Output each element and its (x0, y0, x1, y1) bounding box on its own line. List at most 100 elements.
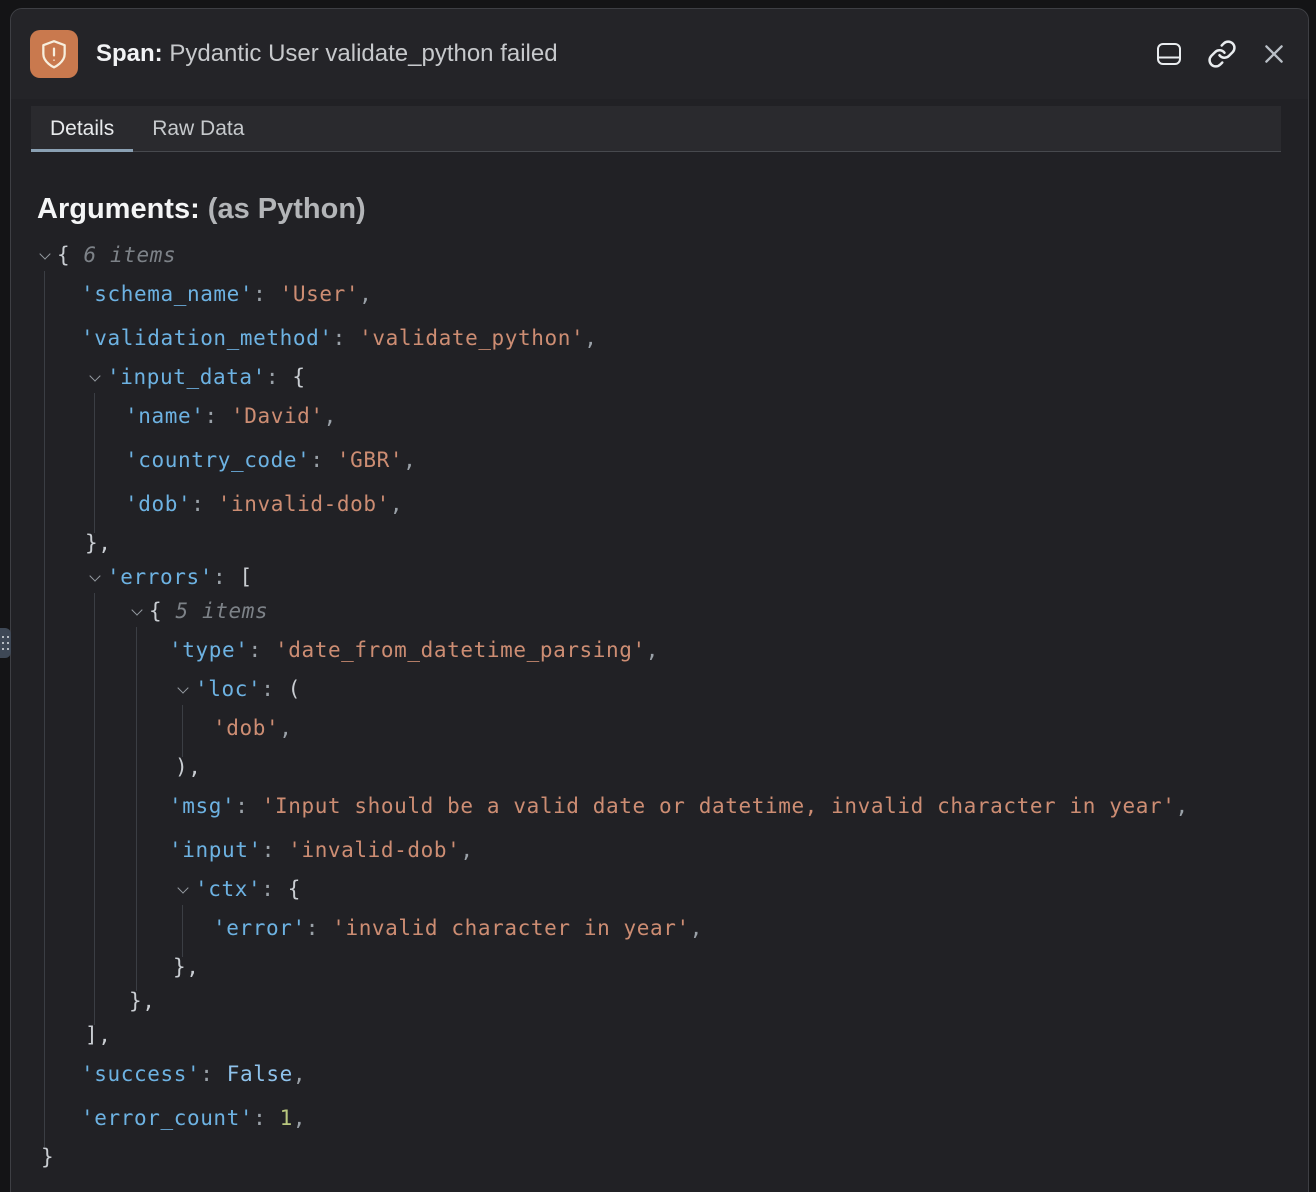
token-key: 'name' (125, 404, 204, 428)
page-title: Span: Pydantic User validate_python fail… (96, 40, 558, 68)
token-key: 'success' (81, 1062, 200, 1086)
token-key: 'msg' (169, 794, 235, 818)
tree-row: { 6 items (11, 239, 1308, 273)
token-punct: , (279, 716, 292, 740)
tree-row: 'input_data': { (11, 361, 1308, 395)
token-brace: ( (288, 677, 301, 701)
tree-row: 'dob', (11, 707, 1308, 751)
token-str: 'validate_python' (359, 326, 584, 350)
indent-guide (94, 393, 95, 533)
tree-row: }, (11, 527, 1308, 561)
token-punct: : (204, 404, 231, 428)
token-str: 'invalid character in year' (332, 916, 690, 940)
token-brace: { (149, 599, 162, 623)
arguments-heading: Arguments: (as Python) (37, 191, 1308, 227)
tree-row: 'error_count': 1, (11, 1097, 1308, 1141)
tab-raw-data[interactable]: Raw Data (133, 106, 263, 151)
panel-bottom-icon (1155, 40, 1183, 68)
token-brace: }, (173, 955, 200, 979)
heading-suffix: (as Python) (208, 193, 366, 225)
token-str: 'dob' (213, 716, 279, 740)
chevron-down-icon[interactable] (89, 368, 107, 386)
span-detail-panel: Span: Pydantic User validate_python fail… (10, 8, 1309, 1192)
link-icon (1207, 39, 1237, 69)
tree-row: } (11, 1141, 1308, 1175)
panel-header: Span: Pydantic User validate_python fail… (11, 9, 1308, 99)
token-punct: : (333, 326, 360, 350)
token-brace: { (292, 365, 305, 389)
token-str: 'David' (231, 404, 324, 428)
indent-guide (182, 705, 183, 757)
span-kind-label: Span: (96, 40, 163, 67)
token-brace: { (57, 243, 70, 267)
chevron-down-icon[interactable] (177, 880, 195, 898)
token-key: 'schema_name' (81, 282, 253, 306)
token-punct: , (646, 638, 659, 662)
token-punct: : (253, 1106, 280, 1130)
token-punct: , (293, 1106, 306, 1130)
token-punct: : (261, 877, 288, 901)
token-punct: , (403, 448, 416, 472)
token-brace: } (41, 1145, 54, 1169)
token-punct: : (310, 448, 337, 472)
token-items: 6 items (70, 243, 176, 267)
tree-row: 'errors': [ (11, 561, 1308, 595)
token-punct: , (1176, 794, 1189, 818)
dock-panel-button[interactable] (1153, 38, 1185, 70)
tabbar: Details Raw Data (31, 106, 1281, 152)
grip-dots-icon (2, 636, 4, 638)
tree-row: 'ctx': { (11, 873, 1308, 907)
details-content: Arguments: (as Python) { 6 items'schema_… (11, 153, 1308, 1175)
token-brace: ], (85, 1023, 112, 1047)
token-punct: , (390, 492, 403, 516)
token-str: 'GBR' (337, 448, 403, 472)
token-key: 'input' (169, 838, 262, 862)
token-punct: , (359, 282, 372, 306)
token-punct: : (191, 492, 218, 516)
tree-row: 'schema_name': 'User', (11, 273, 1308, 317)
tab-details[interactable]: Details (31, 106, 133, 151)
tree-row: 'error': 'invalid character in year', (11, 907, 1308, 951)
token-punct: : (261, 677, 288, 701)
indent-guide (44, 271, 45, 1147)
tree-row: 'msg': 'Input should be a valid date or … (11, 785, 1308, 829)
token-punct: , (460, 838, 473, 862)
token-key: 'country_code' (125, 448, 310, 472)
token-key: 'error' (213, 916, 306, 940)
token-str: 'User' (280, 282, 359, 306)
close-button[interactable] (1259, 39, 1289, 69)
tree-row: 'dob': 'invalid-dob', (11, 483, 1308, 527)
token-punct: : (213, 565, 240, 589)
chevron-down-icon[interactable] (39, 246, 57, 264)
token-key: 'validation_method' (81, 326, 333, 350)
tree-row: 'loc': ( (11, 673, 1308, 707)
token-punct: , (584, 326, 597, 350)
token-punct: : (262, 838, 289, 862)
copy-link-button[interactable] (1205, 37, 1239, 71)
chevron-down-icon[interactable] (89, 568, 107, 586)
panel-drag-handle[interactable] (0, 628, 11, 658)
token-punct: : (266, 365, 293, 389)
screen: Span: Pydantic User validate_python fail… (0, 0, 1316, 1192)
indent-guide (136, 627, 137, 991)
chevron-down-icon[interactable] (131, 602, 149, 620)
token-str: 'invalid-dob' (288, 838, 460, 862)
token-key: 'loc' (195, 677, 261, 701)
token-num: 1 (280, 1106, 293, 1130)
token-punct: : (235, 794, 262, 818)
span-title-text: Pydantic User validate_python failed (169, 40, 557, 67)
token-key: 'input_data' (107, 365, 266, 389)
shield-alert-icon (30, 30, 78, 78)
token-key: 'ctx' (195, 877, 261, 901)
token-brace: }, (85, 531, 112, 555)
chevron-down-icon[interactable] (177, 680, 195, 698)
heading-main: Arguments: (37, 193, 200, 225)
token-punct: : (248, 638, 275, 662)
tree-row: 'country_code': 'GBR', (11, 439, 1308, 483)
token-punct: : (306, 916, 333, 940)
token-key: 'errors' (107, 565, 213, 589)
token-brace: ), (175, 755, 202, 779)
tree-row: }, (11, 951, 1308, 985)
token-punct: : (253, 282, 280, 306)
token-brace: { (288, 877, 301, 901)
